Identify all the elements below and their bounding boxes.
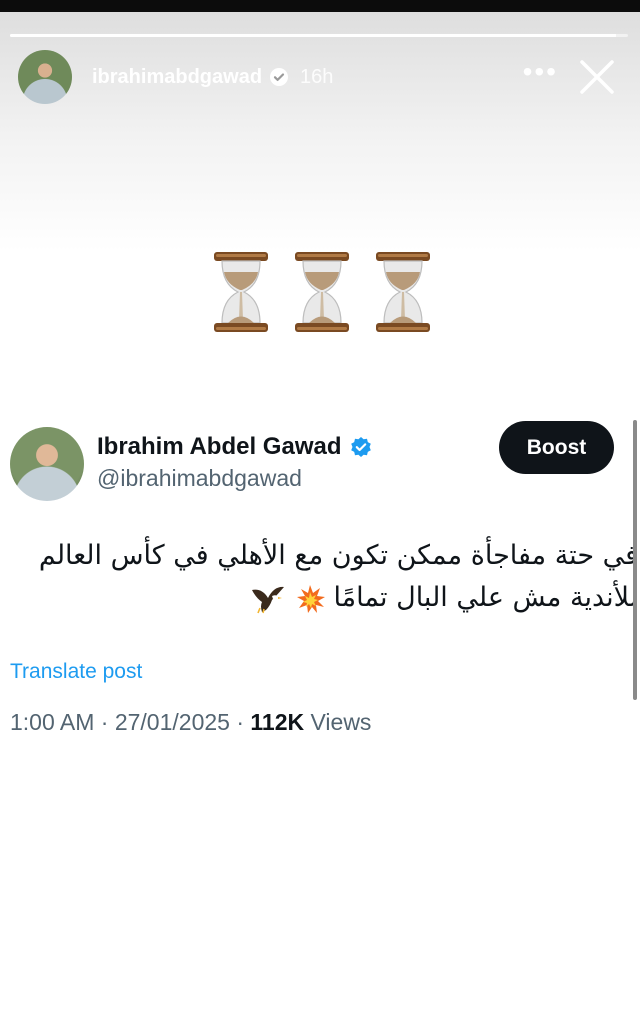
story-progress-fill bbox=[10, 34, 616, 37]
display-name: Ibrahim Abdel Gawad bbox=[97, 433, 342, 460]
tweet-handle[interactable]: @ibrahimabdgawad bbox=[97, 465, 302, 492]
eagle-emoji-icon bbox=[252, 586, 285, 613]
story-time: 16h bbox=[300, 65, 334, 88]
translate-post-link[interactable]: Translate post bbox=[10, 660, 142, 684]
collision-emoji-icon bbox=[296, 584, 325, 613]
hourglass-icon bbox=[295, 252, 349, 332]
tweet-text-line-2: للأندية مش علي البال تمامًا bbox=[10, 577, 638, 619]
tweet-text-line: للأندية مش علي البال تمامًا bbox=[333, 582, 638, 613]
avatar[interactable] bbox=[18, 50, 72, 104]
tweet-author-name[interactable]: Ibrahim Abdel Gawad bbox=[97, 433, 372, 461]
hourglass-icon bbox=[214, 252, 268, 332]
story-progress-bar bbox=[10, 34, 628, 37]
close-icon[interactable] bbox=[578, 58, 616, 96]
hourglass-row bbox=[212, 250, 432, 334]
story-view[interactable]: ibrahimabdgawad 16h ••• Ibrahim Abdel Ga… bbox=[0, 12, 640, 1021]
story-header: ibrahimabdgawad 16h ••• bbox=[18, 50, 630, 104]
status-bar bbox=[0, 0, 640, 12]
story-username[interactable]: ibrahimabdgawad bbox=[92, 66, 262, 89]
scrollbar[interactable] bbox=[633, 420, 637, 700]
avatar[interactable] bbox=[10, 427, 84, 501]
tweet-meta: 1:00 AM · 27/01/2025 · 112K Views bbox=[10, 709, 371, 736]
views-label: Views bbox=[304, 709, 372, 735]
views-count: 112K bbox=[250, 709, 305, 735]
hourglass-icon bbox=[376, 252, 430, 332]
tweet-text-line: في حتة مفاجأة ممكن تكون مع الأهلي في كأس… bbox=[38, 540, 638, 571]
more-icon[interactable]: ••• bbox=[523, 58, 558, 86]
verified-badge-icon bbox=[350, 437, 371, 457]
verified-icon bbox=[270, 68, 289, 86]
tweet-card[interactable]: Ibrahim Abdel Gawad @ibrahimabdgawad Boo… bbox=[0, 403, 640, 1021]
tweet-timestamp[interactable]: 1:00 AM · 27/01/2025 · bbox=[10, 709, 250, 735]
tweet-text: في حتة مفاجأة ممكن تكون مع الأهلي في كأس… bbox=[10, 535, 638, 619]
boost-button[interactable]: Boost bbox=[499, 421, 614, 474]
